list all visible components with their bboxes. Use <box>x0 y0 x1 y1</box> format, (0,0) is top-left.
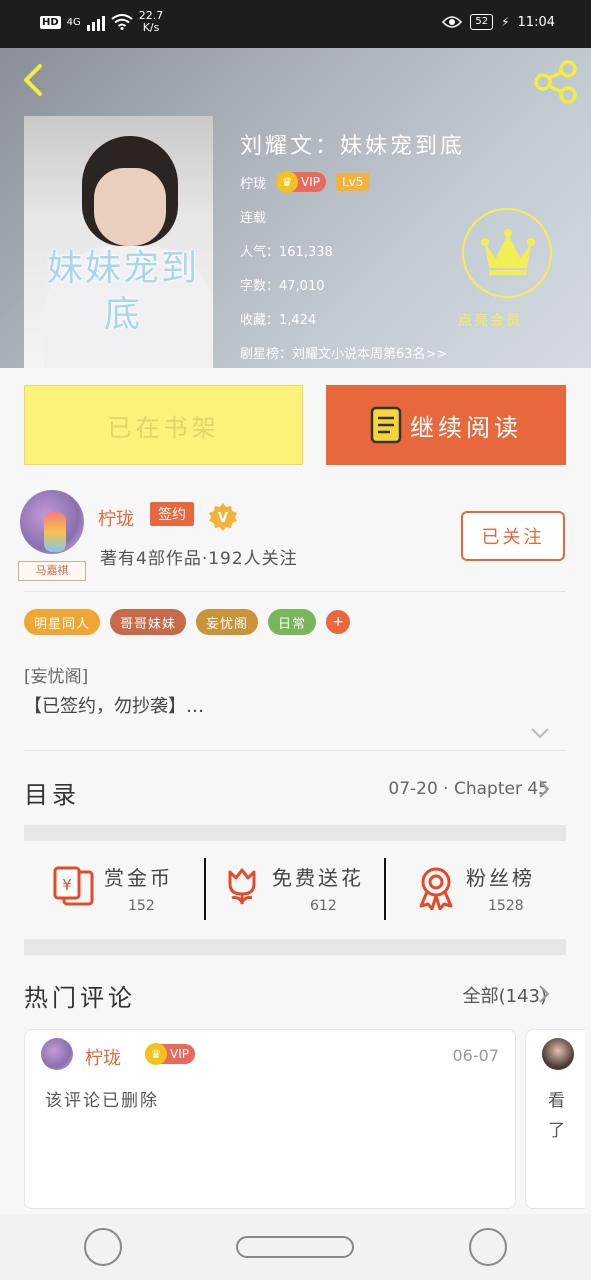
continue-reading-label: 继续阅读 <box>410 413 522 442</box>
chevron-right-icon[interactable] <box>538 779 550 799</box>
book-icon <box>370 406 402 444</box>
avatar-frame-tag: 马嘉祺 <box>18 561 86 581</box>
cover-title: 妹妹宠到底 <box>46 248 199 335</box>
coin-envelope-icon[interactable]: ¥ <box>52 866 96 906</box>
follow-label: 已关注 <box>481 527 545 548</box>
wifi-icon <box>111 14 133 30</box>
section-separator <box>24 939 566 955</box>
add-tag-button[interactable]: + <box>326 610 351 634</box>
author-name[interactable]: 柠珑 <box>98 505 134 531</box>
toc-latest-chapter[interactable]: 07-20 · Chapter 45 <box>388 779 549 799</box>
book-info: 刘耀文：妹妹宠到底 柠珑 ♛ VIP Lv5 连载 人气：161,338 字数：4… <box>240 128 465 364</box>
charging-icon: ⚡ <box>501 15 510 29</box>
reward-coins-count: 152 <box>128 898 155 914</box>
vip-label: VIP <box>170 1047 189 1061</box>
app-switcher-icon[interactable] <box>84 1228 122 1266</box>
verified-v-label: V <box>218 511 228 526</box>
member-badge[interactable] <box>462 208 552 298</box>
level-badge: Lv5 <box>336 173 370 191</box>
battery-icon: 52 <box>470 14 494 30</box>
tag-label: 哥哥妹妹 <box>120 616 177 632</box>
commenter-name[interactable]: 柠珑 <box>85 1044 121 1070</box>
continue-reading-button[interactable]: 继续阅读 <box>326 385 566 465</box>
word-count: 字数：47,010 <box>240 278 325 294</box>
book-author[interactable]: 柠珑 <box>240 173 266 192</box>
assistant-icon[interactable] <box>469 1228 507 1266</box>
comment-card[interactable]: 看了 <box>525 1029 585 1209</box>
hd-icon: HD <box>40 15 61 29</box>
tag-label: 日常 <box>278 616 307 632</box>
hot-comments-title: 热门评论 <box>24 984 136 1012</box>
tag-chip[interactable]: 哥哥妹妹 <box>110 609 187 635</box>
commenter-avatar[interactable] <box>41 1038 73 1070</box>
vip-badge: ♛ VIP <box>276 171 326 193</box>
comment-text: 看了 <box>548 1091 565 1141</box>
chevron-down-icon[interactable] <box>530 726 550 740</box>
medal-icon[interactable] <box>416 866 456 910</box>
rank-link[interactable]: 剧星榜：刘耀文小说本周第63名>> <box>240 340 465 364</box>
favorites-count: 收藏：1,424 <box>240 312 317 328</box>
divider <box>24 591 566 592</box>
section-separator <box>24 825 566 841</box>
book-header: 妹妹宠到底 刘耀文：妹妹宠到底 柠珑 ♛ VIP Lv5 连载 人气：161,33… <box>0 48 591 368</box>
tag-list: 明星同人 哥哥妹妹 妄忧阁 日常 + <box>24 609 351 635</box>
signal-icon <box>86 13 105 31</box>
tag-chip[interactable]: 明星同人 <box>24 609 101 635</box>
toc-title[interactable]: 目录 <box>24 775 80 810</box>
network-speed: 22.7 K/s <box>139 10 164 34</box>
all-comments-link[interactable]: 全部(143) <box>463 982 547 1008</box>
send-flowers-label[interactable]: 免费送花 <box>272 862 364 891</box>
popularity: 人气：161,338 <box>240 244 333 260</box>
member-badge-label[interactable]: 点亮会员 <box>458 310 522 330</box>
book-title: 刘耀文：妹妹宠到底 <box>240 134 466 159</box>
vip-badge: ♛ VIP <box>145 1043 195 1065</box>
book-status: 连载 <box>240 210 267 226</box>
divider <box>24 750 566 751</box>
verified-v-icon: V <box>209 503 237 531</box>
eye-icon <box>442 16 463 28</box>
author-avatar[interactable] <box>20 490 84 554</box>
description-line-2: 【已签约，勿抄袭】… <box>24 696 204 717</box>
description-line-1: [妄忧阁] <box>24 667 89 687</box>
book-cover[interactable]: 妹妹宠到底 <box>24 116 213 368</box>
crown-icon: ♛ <box>276 171 299 193</box>
fans-rank-label[interactable]: 粉丝榜 <box>466 862 535 891</box>
added-to-shelf-button[interactable]: 已在书架 <box>24 385 303 465</box>
speed-unit: K/s <box>142 21 160 34</box>
network-type: 4G <box>66 16 81 28</box>
comment-card[interactable]: 柠珑 ♛ VIP 06-07 该评论已删除 <box>24 1029 516 1209</box>
author-stats: 著有4部作品·192人关注 <box>100 549 298 569</box>
share-icon[interactable] <box>533 60 579 104</box>
back-arrow-icon[interactable] <box>16 62 52 98</box>
signed-badge: 签约 <box>150 502 194 526</box>
system-nav-bar <box>0 1214 591 1280</box>
vip-label: VIP <box>301 175 320 189</box>
cover-face <box>94 168 166 246</box>
added-to-shelf-label: 已在书架 <box>107 413 220 442</box>
status-bar: HD 4G 22.7 K/s 52 ⚡ 11:04 <box>0 0 591 48</box>
crown-icon: ♛ <box>145 1043 167 1065</box>
tag-label: 妄忧阁 <box>206 616 249 632</box>
follow-button[interactable]: 已关注 <box>461 511 565 561</box>
home-pill-button[interactable] <box>236 1236 354 1258</box>
reward-coins-label[interactable]: 赏金币 <box>104 862 173 891</box>
commenter-avatar[interactable] <box>542 1038 574 1070</box>
comment-text: 该评论已删除 <box>45 1091 159 1111</box>
send-flowers-count: 612 <box>310 898 337 914</box>
flower-icon[interactable] <box>224 866 260 906</box>
divider <box>204 858 206 920</box>
divider <box>384 858 386 920</box>
svg-text:¥: ¥ <box>62 876 72 894</box>
crown-icon <box>481 229 535 275</box>
fans-rank-count: 1528 <box>488 898 524 914</box>
chevron-right-icon[interactable] <box>538 984 550 1004</box>
tag-label: 明星同人 <box>34 616 91 632</box>
comment-date: 06-07 <box>452 1046 500 1065</box>
clock: 11:04 <box>517 14 555 30</box>
tag-chip[interactable]: 日常 <box>268 609 317 635</box>
tag-chip[interactable]: 妄忧阁 <box>196 609 259 635</box>
